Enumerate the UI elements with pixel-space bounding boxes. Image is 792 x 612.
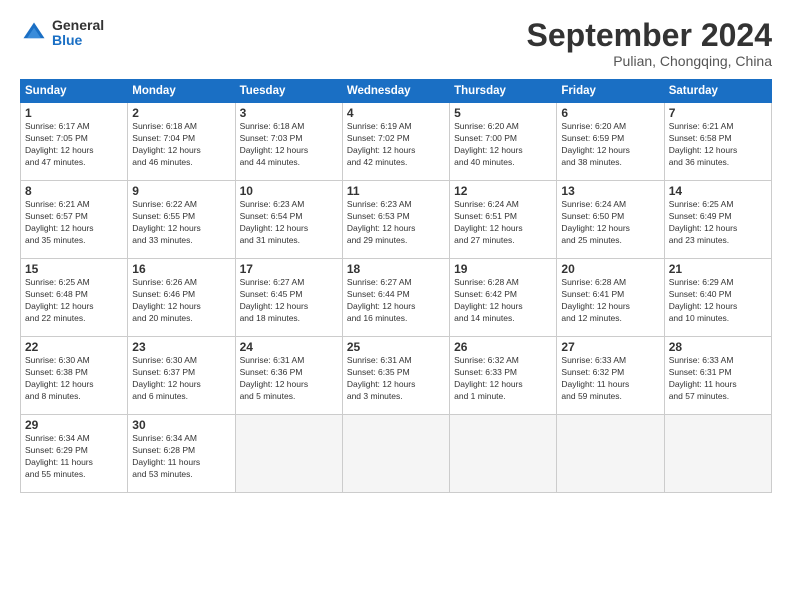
weekday-sunday: Sunday bbox=[21, 80, 128, 103]
table-row: 20Sunrise: 6:28 AMSunset: 6:41 PMDayligh… bbox=[557, 259, 664, 337]
table-row bbox=[664, 415, 771, 493]
table-row: 11Sunrise: 6:23 AMSunset: 6:53 PMDayligh… bbox=[342, 181, 449, 259]
table-row: 8Sunrise: 6:21 AMSunset: 6:57 PMDaylight… bbox=[21, 181, 128, 259]
table-row: 14Sunrise: 6:25 AMSunset: 6:49 PMDayligh… bbox=[664, 181, 771, 259]
table-row: 15Sunrise: 6:25 AMSunset: 6:48 PMDayligh… bbox=[21, 259, 128, 337]
calendar-week-2: 15Sunrise: 6:25 AMSunset: 6:48 PMDayligh… bbox=[21, 259, 772, 337]
table-row: 2Sunrise: 6:18 AMSunset: 7:04 PMDaylight… bbox=[128, 103, 235, 181]
logo-text: General Blue bbox=[52, 18, 104, 49]
title-area: September 2024 Pulian, Chongqing, China bbox=[527, 18, 772, 69]
weekday-tuesday: Tuesday bbox=[235, 80, 342, 103]
table-row: 1Sunrise: 6:17 AMSunset: 7:05 PMDaylight… bbox=[21, 103, 128, 181]
table-row: 19Sunrise: 6:28 AMSunset: 6:42 PMDayligh… bbox=[450, 259, 557, 337]
calendar-week-1: 8Sunrise: 6:21 AMSunset: 6:57 PMDaylight… bbox=[21, 181, 772, 259]
table-row bbox=[557, 415, 664, 493]
weekday-friday: Friday bbox=[557, 80, 664, 103]
table-row: 22Sunrise: 6:30 AMSunset: 6:38 PMDayligh… bbox=[21, 337, 128, 415]
weekday-monday: Monday bbox=[128, 80, 235, 103]
table-row: 10Sunrise: 6:23 AMSunset: 6:54 PMDayligh… bbox=[235, 181, 342, 259]
page: General Blue September 2024 Pulian, Chon… bbox=[0, 0, 792, 612]
table-row: 9Sunrise: 6:22 AMSunset: 6:55 PMDaylight… bbox=[128, 181, 235, 259]
header: General Blue September 2024 Pulian, Chon… bbox=[20, 18, 772, 69]
table-row: 3Sunrise: 6:18 AMSunset: 7:03 PMDaylight… bbox=[235, 103, 342, 181]
table-row: 13Sunrise: 6:24 AMSunset: 6:50 PMDayligh… bbox=[557, 181, 664, 259]
table-row: 12Sunrise: 6:24 AMSunset: 6:51 PMDayligh… bbox=[450, 181, 557, 259]
table-row: 6Sunrise: 6:20 AMSunset: 6:59 PMDaylight… bbox=[557, 103, 664, 181]
calendar-week-4: 29Sunrise: 6:34 AMSunset: 6:29 PMDayligh… bbox=[21, 415, 772, 493]
table-row: 16Sunrise: 6:26 AMSunset: 6:46 PMDayligh… bbox=[128, 259, 235, 337]
subtitle: Pulian, Chongqing, China bbox=[527, 53, 772, 69]
table-row: 17Sunrise: 6:27 AMSunset: 6:45 PMDayligh… bbox=[235, 259, 342, 337]
table-row: 5Sunrise: 6:20 AMSunset: 7:00 PMDaylight… bbox=[450, 103, 557, 181]
table-row: 29Sunrise: 6:34 AMSunset: 6:29 PMDayligh… bbox=[21, 415, 128, 493]
table-row: 27Sunrise: 6:33 AMSunset: 6:32 PMDayligh… bbox=[557, 337, 664, 415]
calendar-week-3: 22Sunrise: 6:30 AMSunset: 6:38 PMDayligh… bbox=[21, 337, 772, 415]
table-row: 18Sunrise: 6:27 AMSunset: 6:44 PMDayligh… bbox=[342, 259, 449, 337]
table-row: 28Sunrise: 6:33 AMSunset: 6:31 PMDayligh… bbox=[664, 337, 771, 415]
weekday-thursday: Thursday bbox=[450, 80, 557, 103]
logo-general: General bbox=[52, 18, 104, 33]
table-row: 30Sunrise: 6:34 AMSunset: 6:28 PMDayligh… bbox=[128, 415, 235, 493]
table-row: 24Sunrise: 6:31 AMSunset: 6:36 PMDayligh… bbox=[235, 337, 342, 415]
logo-icon bbox=[20, 19, 48, 47]
table-row: 4Sunrise: 6:19 AMSunset: 7:02 PMDaylight… bbox=[342, 103, 449, 181]
table-row bbox=[342, 415, 449, 493]
table-row bbox=[450, 415, 557, 493]
logo-blue: Blue bbox=[52, 33, 104, 48]
table-row: 23Sunrise: 6:30 AMSunset: 6:37 PMDayligh… bbox=[128, 337, 235, 415]
weekday-header-row: SundayMondayTuesdayWednesdayThursdayFrid… bbox=[21, 80, 772, 103]
weekday-saturday: Saturday bbox=[664, 80, 771, 103]
table-row: 26Sunrise: 6:32 AMSunset: 6:33 PMDayligh… bbox=[450, 337, 557, 415]
table-row: 21Sunrise: 6:29 AMSunset: 6:40 PMDayligh… bbox=[664, 259, 771, 337]
month-title: September 2024 bbox=[527, 18, 772, 53]
calendar-week-0: 1Sunrise: 6:17 AMSunset: 7:05 PMDaylight… bbox=[21, 103, 772, 181]
logo: General Blue bbox=[20, 18, 104, 49]
table-row bbox=[235, 415, 342, 493]
calendar: SundayMondayTuesdayWednesdayThursdayFrid… bbox=[20, 79, 772, 493]
table-row: 25Sunrise: 6:31 AMSunset: 6:35 PMDayligh… bbox=[342, 337, 449, 415]
weekday-wednesday: Wednesday bbox=[342, 80, 449, 103]
table-row: 7Sunrise: 6:21 AMSunset: 6:58 PMDaylight… bbox=[664, 103, 771, 181]
